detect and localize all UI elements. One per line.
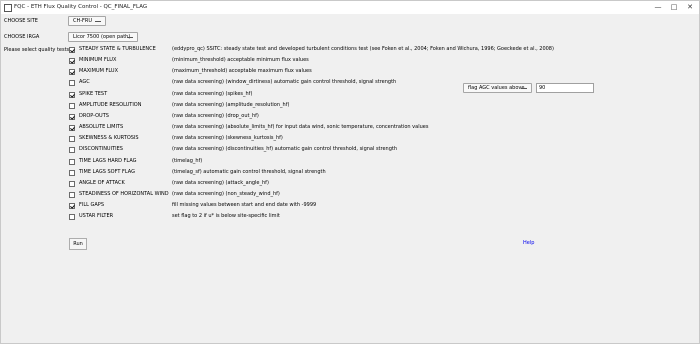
window-title: FQC - ETH Flux Quality Control - QC_FINA… — [14, 4, 148, 10]
test-name: TIME LAGS SOFT FLAG — [79, 168, 135, 175]
checkbox[interactable] — [69, 125, 75, 132]
checkbox[interactable] — [69, 158, 75, 165]
test-description: (raw data screening) (non_steady_wind_hf… — [172, 190, 280, 197]
checkbox[interactable] — [69, 203, 75, 210]
site-value: CH-FRU — [73, 18, 93, 24]
test-description: (timelag_sf) automatic gain control thre… — [172, 168, 326, 175]
checkbox[interactable] — [69, 147, 75, 154]
checkbox[interactable] — [69, 69, 75, 76]
run-button[interactable]: Run — [69, 238, 87, 250]
test-description: (raw data screening) (drop_out_hf) — [172, 112, 259, 119]
test-name: USTAR FILTER — [79, 213, 114, 220]
test-description: (maximum_threshold) acceptable maximum f… — [172, 68, 312, 75]
test-description: (eddypro_qc) SSITC: steady state test an… — [172, 46, 554, 52]
dropdown-indicator-icon — [521, 88, 527, 89]
checkbox[interactable] — [69, 58, 75, 65]
dropdown-indicator-icon — [127, 37, 133, 38]
test-name: DROP-OUTS — [79, 112, 109, 119]
checkbox[interactable] — [69, 102, 75, 109]
checkbox[interactable] — [69, 113, 75, 120]
close-button[interactable]: ✕ — [683, 3, 697, 12]
test-name: TIME LAGS HARD FLAG — [79, 157, 137, 164]
test-name: AMPLITUDE RESOLUTION — [79, 101, 142, 108]
app-icon — [4, 4, 12, 12]
test-name: ABSOLUTE LIMITS — [79, 124, 124, 131]
checkbox[interactable] — [69, 169, 75, 176]
test-name: STEADINESS OF HORIZONTAL WIND — [79, 190, 169, 197]
app-window: FQC - ETH Flux Quality Control - QC_FINA… — [0, 0, 700, 344]
agc-threshold-input[interactable]: 90 — [536, 83, 594, 93]
site-label: CHOOSE SITE — [4, 18, 38, 24]
checkbox[interactable] — [69, 136, 75, 143]
test-description: (minimum_threshold) acceptable minimum f… — [172, 57, 309, 64]
test-name: FILL GAPS — [79, 202, 104, 209]
irga-label: CHOOSE IRGA — [4, 34, 40, 40]
agc-mode-value: flag AGC values above — [468, 85, 525, 91]
test-name: STEADY STATE & TURBULENCE — [79, 46, 156, 52]
minimize-button[interactable]: — — [651, 3, 665, 12]
test-description: (raw data screening) (spikes_hf) — [172, 90, 253, 97]
checkbox[interactable] — [69, 180, 75, 187]
checkbox[interactable] — [69, 214, 75, 221]
irga-dropdown[interactable]: Licor 7500 (open path) — [68, 32, 138, 42]
test-description: (timelag_hf) — [172, 157, 203, 164]
test-name: SKEWNESS & KURTOSIS — [79, 135, 139, 142]
test-name: MINIMUM FLUX — [79, 57, 117, 64]
tests-label: Please select quality tests: — [4, 47, 71, 53]
dropdown-indicator-icon — [95, 21, 101, 22]
title-bar: FQC - ETH Flux Quality Control - QC_FINA… — [1, 1, 699, 14]
checkbox[interactable] — [69, 191, 75, 198]
irga-value: Licor 7500 (open path) — [73, 34, 131, 40]
checkbox[interactable] — [69, 91, 75, 98]
site-dropdown[interactable]: CH-FRU — [68, 16, 106, 26]
test-name: SPIKE TEST — [79, 90, 108, 97]
test-description: (raw data screening) (attack_angle_hf) — [172, 179, 269, 186]
test-description: (raw data screening) (window_dirtiness) … — [172, 79, 397, 86]
test-name: AGC — [79, 79, 90, 86]
test-description: fill missing values between start and en… — [172, 202, 317, 209]
test-name: MAXIMUM FLUX — [79, 68, 119, 75]
agc-mode-dropdown[interactable]: flag AGC values above — [463, 83, 532, 93]
test-description: (raw data screening) (discontinuities_hf… — [172, 146, 398, 153]
test-description: (raw data screening) (absolute_limits_hf… — [172, 124, 429, 131]
help-link[interactable]: Help — [523, 240, 534, 246]
checkbox[interactable] — [69, 47, 75, 53]
test-description: (raw data screening) (skewness_kurtosis_… — [172, 135, 283, 142]
test-name: DISCONTINUITIES — [79, 146, 123, 153]
maximize-button[interactable]: □ — [667, 3, 681, 12]
checkbox[interactable] — [69, 80, 75, 87]
test-description: set flag to 2 if u* is below site-specif… — [172, 213, 280, 220]
test-name: ANGLE OF ATTACK — [79, 179, 125, 186]
test-description: (raw data screening) (amplitude_resoluti… — [172, 101, 290, 108]
